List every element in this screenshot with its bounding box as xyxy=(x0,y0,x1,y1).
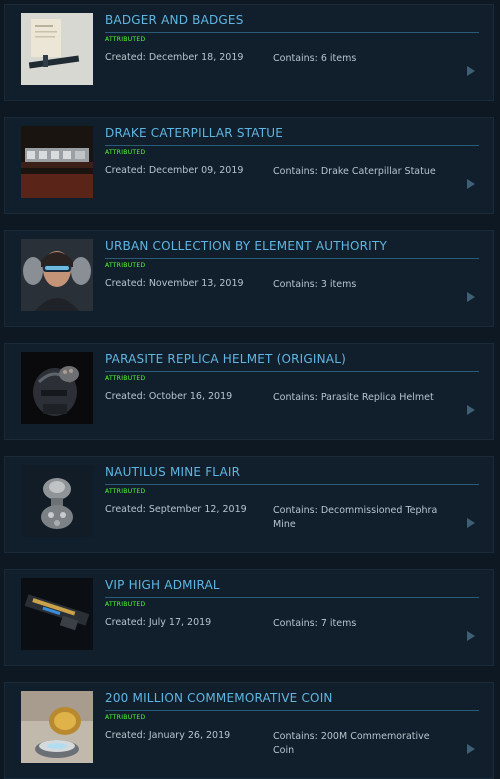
contains-text: Contains: Drake Caterpillar Statue xyxy=(273,166,436,177)
play-arrow-icon[interactable] xyxy=(467,405,475,415)
play-arrow-icon[interactable] xyxy=(467,179,475,189)
created-date: Created: July 17, 2019 xyxy=(105,617,212,628)
play-arrow-icon[interactable] xyxy=(467,292,475,302)
created-date: Created: January 26, 2019 xyxy=(105,730,231,741)
pledge-item[interactable]: DRAKE CATERPILLAR STATUE ATTRIBUTED Crea… xyxy=(4,117,494,214)
contains-text: Contains: 6 items xyxy=(273,53,357,64)
contains-text: Contains: Decommissioned Tephra Mine xyxy=(273,505,438,530)
contains-text: Contains: Parasite Replica Helmet xyxy=(273,392,434,403)
divider xyxy=(105,145,479,146)
play-arrow-icon[interactable] xyxy=(467,518,475,528)
divider xyxy=(105,710,479,711)
pledge-item[interactable]: NAUTILUS MINE FLAIR ATTRIBUTED Created: … xyxy=(4,456,494,553)
status-badge: ATTRIBUTED xyxy=(105,262,146,269)
divider xyxy=(105,484,479,485)
pledge-item[interactable]: BADGER AND BADGES ATTRIBUTED Created: De… xyxy=(4,4,494,101)
status-badge: ATTRIBUTED xyxy=(105,36,146,43)
pledge-item[interactable]: VIP HIGH ADMIRAL ATTRIBUTED Created: Jul… xyxy=(4,569,494,666)
status-badge: ATTRIBUTED xyxy=(105,149,146,156)
item-title: BADGER AND BADGES xyxy=(105,13,244,27)
pledge-item[interactable]: PARASITE REPLICA HELMET (ORIGINAL) ATTRI… xyxy=(4,343,494,440)
item-title: NAUTILUS MINE FLAIR xyxy=(105,465,241,479)
item-thumbnail xyxy=(21,465,93,537)
created-date: Created: December 18, 2019 xyxy=(105,52,244,63)
contains-text: Contains: 3 items xyxy=(273,279,357,290)
status-badge: ATTRIBUTED xyxy=(105,375,146,382)
created-date: Created: November 13, 2019 xyxy=(105,278,244,289)
created-date: Created: December 09, 2019 xyxy=(105,165,244,176)
play-arrow-icon[interactable] xyxy=(467,66,475,76)
item-title: VIP HIGH ADMIRAL xyxy=(105,578,220,592)
item-thumbnail xyxy=(21,239,93,311)
item-title: 200 MILLION COMMEMORATIVE COIN xyxy=(105,691,333,705)
created-date: Created: October 16, 2019 xyxy=(105,391,233,402)
divider xyxy=(105,32,479,33)
play-arrow-icon[interactable] xyxy=(467,631,475,641)
status-badge: ATTRIBUTED xyxy=(105,714,146,721)
item-thumbnail xyxy=(21,126,93,198)
pledge-item[interactable]: URBAN COLLECTION BY ELEMENT AUTHORITY AT… xyxy=(4,230,494,327)
contains-text: Contains: 200M Commemorative Coin xyxy=(273,731,430,756)
item-title: URBAN COLLECTION BY ELEMENT AUTHORITY xyxy=(105,239,387,253)
item-title: PARASITE REPLICA HELMET (ORIGINAL) xyxy=(105,352,346,366)
divider xyxy=(105,597,479,598)
pledge-item[interactable]: 200 MILLION COMMEMORATIVE COIN ATTRIBUTE… xyxy=(4,682,494,779)
created-date: Created: September 12, 2019 xyxy=(105,504,247,515)
status-badge: ATTRIBUTED xyxy=(105,488,146,495)
status-badge: ATTRIBUTED xyxy=(105,601,146,608)
item-thumbnail xyxy=(21,691,93,763)
item-thumbnail xyxy=(21,13,93,85)
item-thumbnail xyxy=(21,578,93,650)
divider xyxy=(105,258,479,259)
contains-text: Contains: 7 items xyxy=(273,618,357,629)
divider xyxy=(105,371,479,372)
item-title: DRAKE CATERPILLAR STATUE xyxy=(105,126,284,140)
play-arrow-icon[interactable] xyxy=(467,744,475,754)
item-thumbnail xyxy=(21,352,93,424)
